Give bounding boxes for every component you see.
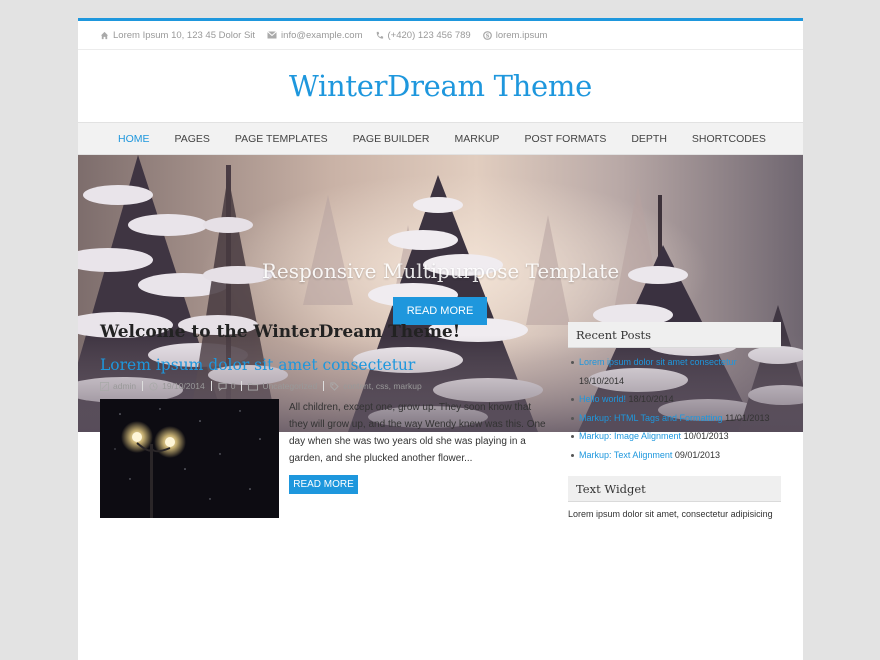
folder-icon: [248, 382, 259, 391]
recent-post-date: 09/01/2013: [674, 449, 720, 460]
tag-icon: [330, 381, 339, 391]
nav-item-pages[interactable]: PAGES: [175, 133, 210, 145]
nav-item-post-formats[interactable]: POST FORMATS: [524, 133, 606, 145]
phone-icon: [376, 31, 383, 39]
phone-info: (+420) 123 456 789: [375, 30, 471, 41]
top-info-bar: Lorem Ipsum 10, 123 45 Dolor Sit info@ex…: [78, 21, 803, 50]
post-body: All children, except one, grow up. They …: [100, 399, 555, 518]
email-text: info@example.com: [281, 29, 363, 41]
meta-divider: [241, 381, 243, 391]
sidebar: Recent Posts Lorem ipsum dolor sit amet …: [568, 322, 781, 519]
page-container: Lorem Ipsum 10, 123 45 Dolor Sit info@ex…: [78, 18, 803, 660]
meta-divider: [323, 381, 325, 391]
skype-icon: S: [482, 30, 492, 40]
phone-text: (+420) 123 456 789: [387, 29, 471, 41]
post-tags-link[interactable]: content, css, markup: [343, 381, 421, 391]
meta-divider: [210, 381, 212, 391]
recent-post-date: 10/01/2013: [683, 431, 729, 441]
post-comments: 0: [218, 381, 236, 391]
post-category-link[interactable]: Uncategorized: [262, 381, 317, 391]
address-text: Lorem Ipsum 10, 123 45 Dolor Sit: [113, 29, 256, 41]
nav-item-depth[interactable]: DEPTH: [631, 133, 667, 145]
recent-post-link[interactable]: Markup: Image Alignment: [579, 431, 681, 441]
post-thumbnail[interactable]: [100, 399, 279, 518]
svg-text:S: S: [485, 33, 489, 39]
site-header: WinterDream Theme: [78, 50, 803, 122]
nav-item-page-templates[interactable]: PAGE TEMPLATES: [235, 133, 328, 145]
home-icon: [100, 31, 109, 39]
nav-item-markup[interactable]: MARKUP: [455, 133, 500, 145]
recent-posts-title: Recent Posts: [568, 322, 781, 348]
post-comments-link[interactable]: 0: [231, 381, 236, 391]
hero-title: Responsive Multipurpose Template: [261, 259, 620, 283]
post-date-text: 19/10/2014: [162, 381, 205, 391]
recent-posts-list: Lorem ipsum dolor sit amet consectetur 1…: [568, 353, 781, 464]
recent-post-date: 18/10/2014: [628, 394, 674, 404]
post-meta: admin 19/10/2014 0 Uncategorized content…: [100, 381, 555, 391]
street-lamp-image: [100, 399, 279, 518]
recent-post-date: 11/01/2013: [725, 412, 770, 423]
site-title[interactable]: WinterDream Theme: [289, 69, 592, 103]
recent-post-item: Hello world! 18/10/2014: [568, 390, 781, 409]
comment-icon: [218, 382, 227, 391]
recent-post-link[interactable]: Hello world!: [579, 394, 626, 404]
recent-post-item: Lorem ipsum dolor sit amet consectetur 1…: [568, 353, 781, 390]
main-content: Welcome to the WinterDream Theme! Lorem …: [100, 318, 555, 518]
clock-icon: [149, 381, 158, 391]
meta-divider: [142, 381, 144, 391]
recent-post-item: Markup: HTML Tags and Formatting 11/01/2…: [568, 409, 781, 428]
recent-post-link[interactable]: Lorem ipsum dolor sit amet consectetur: [579, 357, 737, 367]
main-navigation: HOME PAGES PAGE TEMPLATES PAGE BUILDER M…: [78, 122, 803, 155]
post-author: admin: [100, 381, 136, 391]
text-widget-body: Lorem ipsum dolor sit amet, consectetur …: [568, 509, 773, 519]
post-excerpt-container: All children, except one, grow up. They …: [289, 399, 547, 518]
nav-item-page-builder[interactable]: PAGE BUILDER: [353, 133, 430, 145]
skype-text: lorem.ipsum: [495, 29, 548, 41]
address-info: Lorem Ipsum 10, 123 45 Dolor Sit: [100, 30, 255, 41]
nav-item-shortcodes[interactable]: SHORTCODES: [692, 133, 766, 145]
recent-post-item: Markup: Image Alignment 10/01/2013: [568, 427, 781, 446]
email-link[interactable]: info@example.com: [267, 29, 363, 41]
recent-post-link[interactable]: Markup: HTML Tags and Formatting: [579, 413, 723, 423]
welcome-heading: Welcome to the WinterDream Theme!: [100, 322, 461, 342]
post-excerpt: All children, except one, grow up. They …: [289, 402, 546, 464]
nav-item-home[interactable]: HOME: [118, 133, 150, 145]
recent-post-date: 19/10/2014: [579, 375, 625, 386]
envelope-icon: [267, 31, 277, 39]
post-date: 19/10/2014: [149, 381, 205, 391]
user-icon: [100, 381, 109, 391]
recent-post-link[interactable]: Markup: Text Alignment: [579, 450, 672, 460]
recent-post-item: Markup: Text Alignment 09/01/2013: [568, 446, 781, 465]
post-tags: content, css, markup: [330, 381, 422, 391]
post-read-more-button[interactable]: READ MORE: [289, 475, 358, 494]
text-widget-title: Text Widget: [568, 476, 781, 502]
skype-link[interactable]: S lorem.ipsum: [482, 29, 548, 41]
post-author-link[interactable]: admin: [113, 381, 136, 391]
post-title-link[interactable]: Lorem ipsum dolor sit amet consectetur: [100, 356, 555, 374]
post-category: Uncategorized: [248, 381, 317, 391]
